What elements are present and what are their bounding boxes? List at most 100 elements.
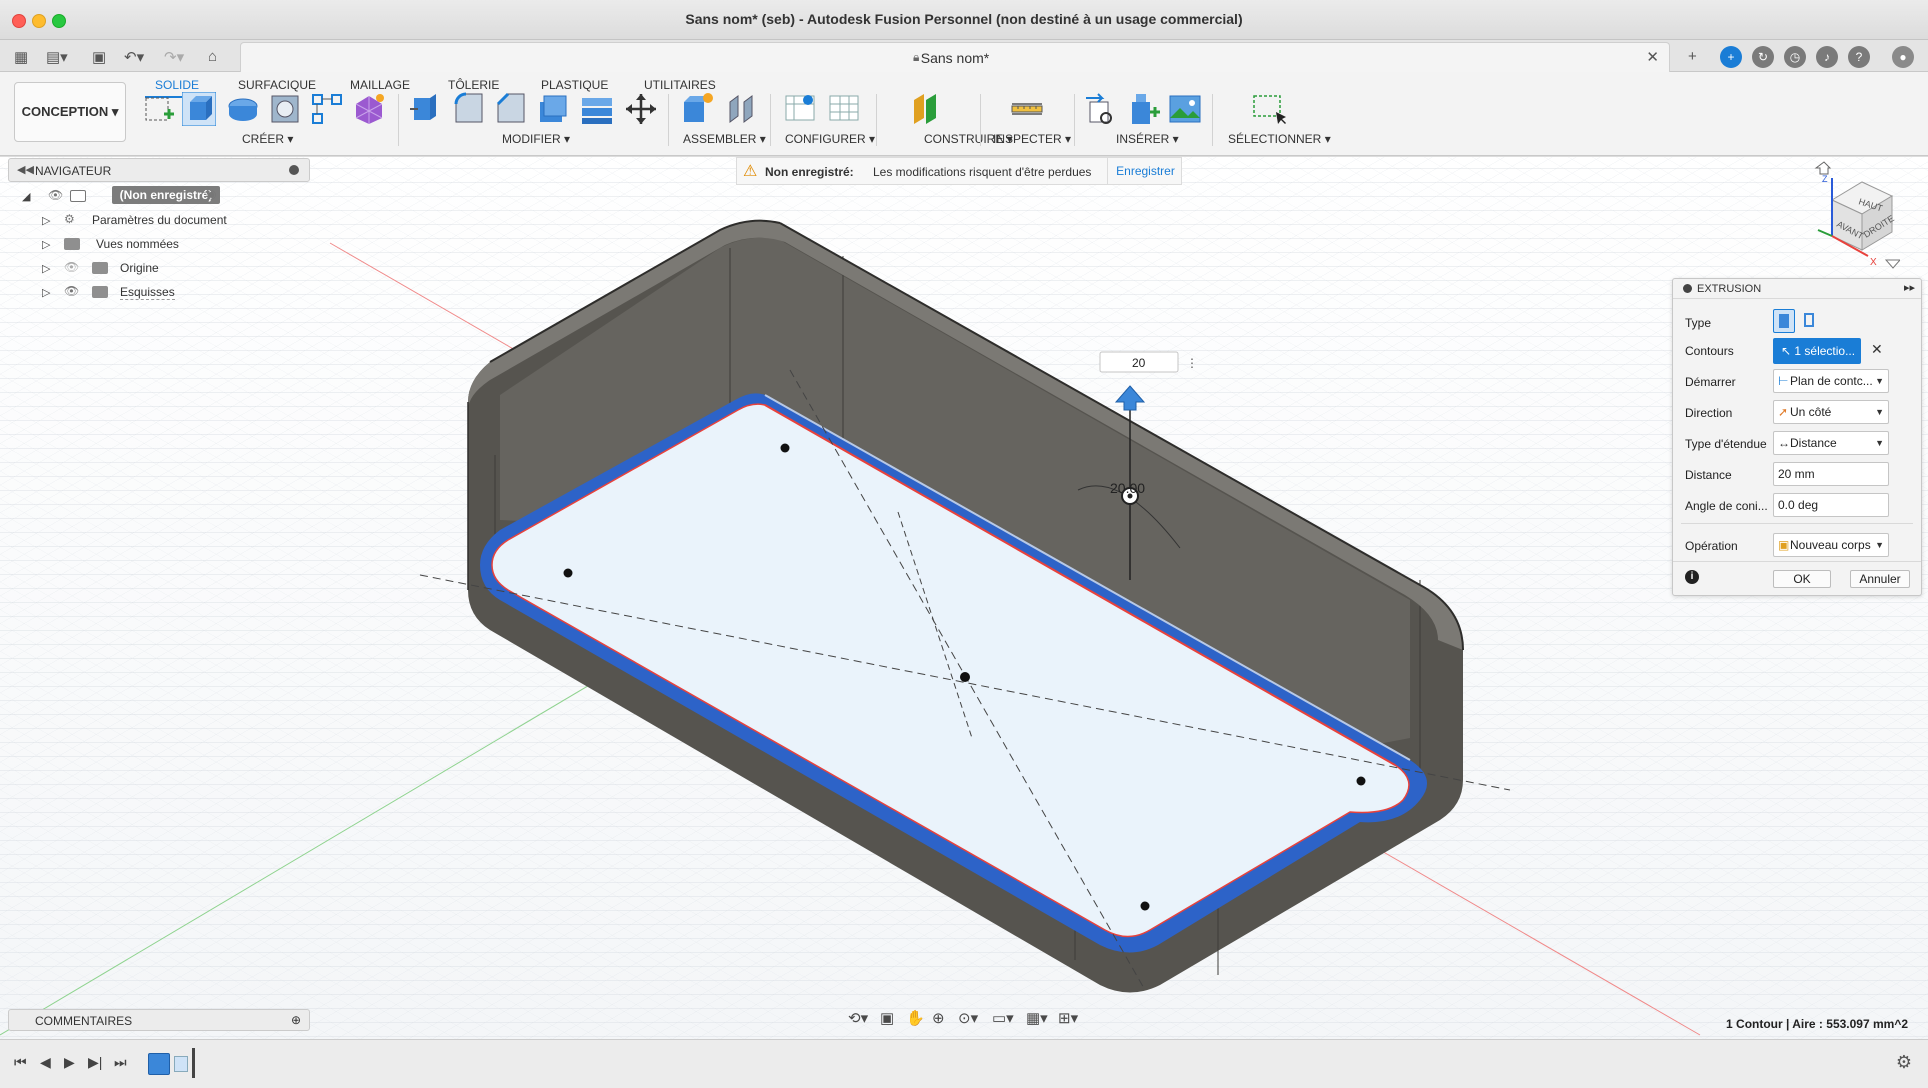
tab-tolerie[interactable]: TÔLERIE: [448, 78, 499, 92]
insert-derive-icon[interactable]: [1084, 92, 1118, 126]
distance-input[interactable]: 20 mm: [1773, 462, 1889, 486]
new-component-icon[interactable]: [680, 92, 714, 126]
viewcube-menu-icon[interactable]: [1884, 259, 1900, 269]
activate-radio-icon[interactable]: ◉: [206, 187, 216, 201]
group-inserer[interactable]: INSÉRER ▾: [1116, 132, 1179, 146]
zoom-icon[interactable]: ⊕: [932, 1009, 945, 1027]
zoom-window-icon[interactable]: ⊙▾: [958, 1009, 978, 1027]
combine-icon[interactable]: [580, 92, 614, 126]
home-icon[interactable]: ⌂: [208, 48, 217, 65]
extrude-type-solid-icon[interactable]: [1773, 309, 1795, 333]
go-to-end-icon[interactable]: ⏭: [114, 1054, 127, 1071]
group-configurer[interactable]: CONFIGURER ▾: [785, 132, 875, 146]
extrusion-dialog-header[interactable]: EXTRUSION ▸▸: [1673, 279, 1921, 299]
revolve-icon[interactable]: [226, 92, 260, 126]
add-comment-icon[interactable]: ⊕: [291, 1013, 301, 1027]
extrude-type-thin-icon[interactable]: [1799, 309, 1821, 333]
workspace-switcher[interactable]: CONCEPTION ▾: [14, 82, 126, 142]
hidden-eye-icon[interactable]: 👁︎: [64, 260, 79, 274]
group-assembler[interactable]: ASSEMBLER ▾: [683, 132, 766, 146]
tab-plastique[interactable]: PLASTIQUE: [541, 78, 608, 92]
step-back-icon[interactable]: ◀: [40, 1054, 51, 1071]
timeline-marker[interactable]: [192, 1048, 195, 1078]
ok-button[interactable]: OK: [1773, 570, 1831, 588]
new-tab-icon[interactable]: +: [1688, 48, 1697, 65]
press-pull-icon[interactable]: [408, 92, 442, 126]
more-options-icon[interactable]: ⋮: [1186, 356, 1198, 370]
insert-mcmaster-icon[interactable]: [1126, 92, 1160, 126]
visibility-eye-icon[interactable]: 👁︎: [64, 284, 79, 298]
shell-icon[interactable]: [536, 92, 570, 126]
comments-panel[interactable]: COMMENTAIRES ⊕: [8, 1009, 310, 1031]
redo-icon[interactable]: ↷▾: [164, 48, 184, 66]
notifications-icon[interactable]: ♪: [1816, 46, 1838, 68]
group-modifier[interactable]: MODIFIER ▾: [502, 132, 570, 146]
hole-icon[interactable]: [268, 92, 302, 126]
navigator-header[interactable]: ◀◀ NAVIGATEUR: [8, 158, 310, 182]
undo-icon[interactable]: ↶▾: [124, 48, 144, 66]
extrude-icon[interactable]: [182, 92, 216, 126]
navigator-item-document-settings[interactable]: ▷ ⚙ Paramètres du document: [42, 210, 302, 232]
cancel-button[interactable]: Annuler: [1850, 570, 1910, 588]
navigator-item-sketches[interactable]: ▷ 👁︎ Esquisses: [42, 282, 302, 304]
tab-solide[interactable]: SOLIDE: [155, 78, 199, 92]
file-menu-icon[interactable]: ▤▾: [46, 48, 68, 66]
job-status-icon[interactable]: ↻: [1752, 46, 1774, 68]
pattern-icon[interactable]: [310, 92, 344, 126]
orbit-icon[interactable]: ⟲▾: [848, 1009, 868, 1027]
group-creer[interactable]: CRÉER ▾: [242, 132, 293, 146]
document-tab[interactable]: 🔒︎ Sans nom* ✕: [240, 42, 1670, 72]
group-inspecter[interactable]: INSPECTER ▾: [993, 132, 1071, 146]
expand-triangle-icon[interactable]: ▷: [42, 238, 50, 251]
info-icon[interactable]: i: [1685, 570, 1699, 584]
form-icon[interactable]: [352, 92, 386, 126]
navigator-root[interactable]: ◢ 👁︎ (Non enregistré) ◉: [22, 186, 322, 208]
go-to-start-icon[interactable]: ⏮: [14, 1054, 27, 1071]
select-window-icon[interactable]: [1252, 92, 1286, 126]
dialog-collapse-icon[interactable]: [1683, 284, 1692, 293]
close-tab-icon[interactable]: ✕: [1646, 48, 1659, 66]
expand-triangle-icon[interactable]: ▷: [42, 286, 50, 299]
pan-icon[interactable]: ✋: [906, 1009, 925, 1027]
expand-triangle-icon[interactable]: ▷: [42, 262, 50, 275]
extent-type-select[interactable]: ↔Distance ▼: [1773, 431, 1889, 455]
help-icon[interactable]: ?: [1848, 46, 1870, 68]
move-icon[interactable]: [624, 92, 658, 126]
offset-plane-icon[interactable]: [910, 92, 944, 126]
create-sketch-icon[interactable]: [142, 92, 176, 126]
extensions-icon[interactable]: +: [1720, 46, 1742, 68]
expand-triangle-icon[interactable]: ▷: [42, 214, 50, 227]
step-forward-icon[interactable]: ▶|: [88, 1054, 102, 1071]
chamfer-icon[interactable]: [494, 92, 528, 126]
timeline-extrude-feature[interactable]: [174, 1056, 188, 1072]
clock-icon[interactable]: ◷: [1784, 46, 1806, 68]
configuration-table-icon[interactable]: [828, 92, 862, 126]
home-view-icon[interactable]: [1814, 161, 1832, 175]
group-selectionner[interactable]: SÉLECTIONNER ▾: [1228, 132, 1331, 146]
app-grid-icon[interactable]: ▦: [14, 48, 28, 66]
contours-selection-button[interactable]: ↖ 1 sélectio...: [1773, 338, 1861, 364]
insert-canvas-icon[interactable]: [1168, 92, 1202, 126]
tab-surfacique[interactable]: SURFACIQUE: [238, 78, 316, 92]
expand-dialog-icon[interactable]: ▸▸: [1904, 281, 1915, 294]
direction-select[interactable]: ➚ Un côté ▼: [1773, 400, 1889, 424]
save-icon[interactable]: ▣: [92, 48, 106, 66]
configure-icon[interactable]: [784, 92, 818, 126]
timeline-settings-gear-icon[interactable]: ⚙: [1896, 1052, 1912, 1073]
clear-selection-icon[interactable]: ✕: [1871, 341, 1883, 358]
start-select[interactable]: ⊢ Plan de contc... ▼: [1773, 369, 1889, 393]
navigator-options-icon[interactable]: [289, 165, 299, 175]
viewcube[interactable]: HAUT AVANT DROITE Z X: [1800, 160, 1900, 270]
joint-icon[interactable]: [724, 92, 758, 126]
visibility-eye-icon[interactable]: 👁︎: [48, 188, 63, 202]
tab-utilitaires[interactable]: UTILITAIRES: [644, 78, 716, 92]
look-at-icon[interactable]: ▣: [880, 1009, 894, 1027]
expand-triangle-icon[interactable]: ◢: [22, 190, 30, 203]
tab-maillage[interactable]: MAILLAGE: [350, 78, 410, 92]
collapse-navigator-icon[interactable]: ◀◀: [17, 163, 34, 176]
navigator-item-origin[interactable]: ▷ 👁︎ Origine: [42, 258, 302, 280]
play-icon[interactable]: ▶: [64, 1054, 75, 1071]
navigator-item-named-views[interactable]: ▷ Vues nommées: [42, 234, 302, 256]
fillet-icon[interactable]: [452, 92, 486, 126]
grid-settings-icon[interactable]: ▦▾: [1026, 1009, 1048, 1027]
